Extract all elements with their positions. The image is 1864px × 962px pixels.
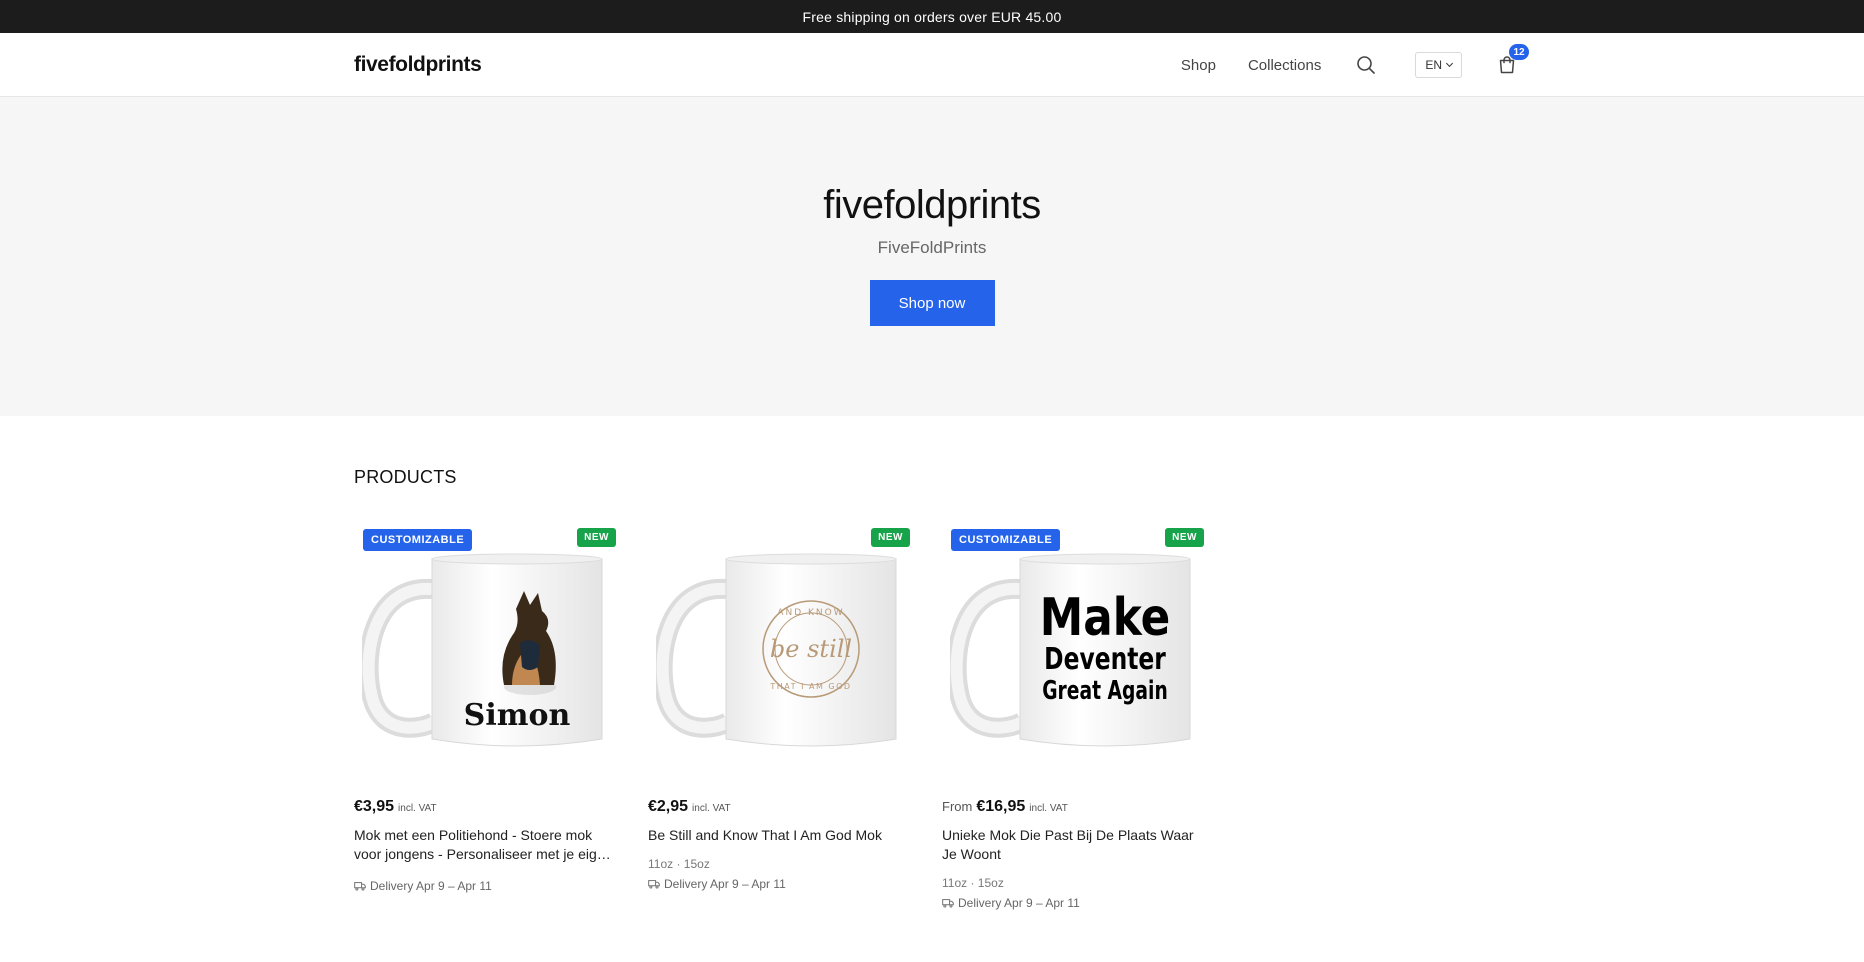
product-card[interactable]: Make Deventer Great Again CUSTOMIZABLE N…: [942, 519, 1206, 910]
language-label: EN: [1425, 58, 1442, 72]
cart-button[interactable]: 12: [1496, 44, 1529, 76]
vat-label: incl. VAT: [692, 803, 731, 814]
site-logo[interactable]: fivefoldprints: [354, 53, 482, 77]
product-price: €2,95: [648, 798, 689, 815]
search-icon[interactable]: [1355, 54, 1377, 76]
new-badge: NEW: [1165, 528, 1204, 547]
new-badge: NEW: [871, 528, 910, 547]
truck-icon: [942, 899, 954, 908]
hero-title: fivefoldprints: [823, 183, 1041, 227]
product-title[interactable]: Unieke Mok Die Past Bij De Plaats Waar J…: [942, 826, 1206, 864]
mug-name-text: Simon: [464, 698, 571, 733]
vat-label: incl. VAT: [398, 803, 437, 814]
delivery-text: Delivery Apr 9 – Apr 11: [958, 896, 1080, 910]
shop-now-button[interactable]: Shop now: [869, 280, 995, 326]
delivery-info: Delivery Apr 9 – Apr 11: [648, 877, 912, 891]
product-image[interactable]: AND KNOW THAT I AM GOD be still NEW: [648, 519, 912, 783]
cart-count-badge: 12: [1509, 44, 1529, 60]
price-row: €3,95 incl. VAT: [354, 798, 618, 816]
announcement-text: Free shipping on orders over EUR 45.00: [802, 8, 1062, 25]
variant-options: 11oz · 15oz: [648, 857, 710, 871]
mug-ring-top-text: AND KNOW: [777, 608, 844, 618]
price-from-label: From: [942, 799, 973, 814]
vat-label: incl. VAT: [1029, 803, 1068, 814]
product-price: €16,95: [976, 798, 1026, 815]
product-card[interactable]: Simon CUSTOMIZABLE NEW €3,95 incl. VAT M…: [354, 519, 618, 910]
mug-image: Make Deventer Great Again: [950, 553, 1191, 747]
mug-image: Simon: [362, 553, 603, 747]
product-title[interactable]: Mok met een Politiehond - Stoere mok voo…: [354, 826, 618, 864]
product-card[interactable]: AND KNOW THAT I AM GOD be still NEW €2,9…: [648, 519, 912, 910]
chevron-down-icon: [1445, 59, 1454, 68]
language-selector[interactable]: EN: [1415, 52, 1462, 78]
customizable-badge: CUSTOMIZABLE: [363, 529, 473, 551]
price-row: €2,95 incl. VAT: [648, 798, 912, 816]
delivery-info: Delivery Apr 9 – Apr 11: [354, 879, 618, 893]
hero-subtitle: FiveFoldPrints: [877, 238, 987, 257]
product-price: €3,95: [354, 798, 395, 815]
truck-icon: [354, 882, 366, 891]
new-badge: NEW: [577, 528, 616, 547]
delivery-info: Delivery Apr 9 – Apr 11: [942, 896, 1206, 910]
mug-line-2: Deventer: [1044, 642, 1166, 677]
nav-shop-link[interactable]: Shop: [1181, 57, 1216, 74]
mug-ring-bottom-text: THAT I AM GOD: [769, 682, 851, 691]
mug-line-1: Make: [1040, 587, 1170, 648]
mug-script-text: be still: [770, 635, 852, 663]
announcement-bar: Free shipping on orders over EUR 45.00: [0, 0, 1864, 33]
main-nav: Shop Collections EN 12: [1181, 33, 1529, 97]
variant-options: 11oz · 15oz: [942, 876, 1004, 890]
mug-image: AND KNOW THAT I AM GOD be still: [656, 553, 897, 747]
site-header: fivefoldprints Shop Collections EN 12: [0, 33, 1864, 97]
products-heading: PRODUCTS: [354, 467, 457, 487]
truck-icon: [648, 880, 660, 889]
delivery-text: Delivery Apr 9 – Apr 11: [370, 879, 492, 893]
price-row: From €16,95 incl. VAT: [942, 798, 1206, 816]
hero-banner: fivefoldprints FiveFoldPrints Shop now: [0, 97, 1864, 416]
mug-line-3: Great Again: [1042, 676, 1168, 706]
product-image[interactable]: Make Deventer Great Again CUSTOMIZABLE N…: [942, 519, 1206, 783]
product-title[interactable]: Be Still and Know That I Am God Mok: [648, 826, 912, 845]
delivery-text: Delivery Apr 9 – Apr 11: [664, 877, 786, 891]
product-grid: Simon CUSTOMIZABLE NEW €3,95 incl. VAT M…: [354, 519, 1206, 910]
nav-collections-link[interactable]: Collections: [1248, 57, 1321, 74]
product-image[interactable]: Simon CUSTOMIZABLE NEW: [354, 519, 618, 783]
customizable-badge: CUSTOMIZABLE: [951, 529, 1061, 551]
